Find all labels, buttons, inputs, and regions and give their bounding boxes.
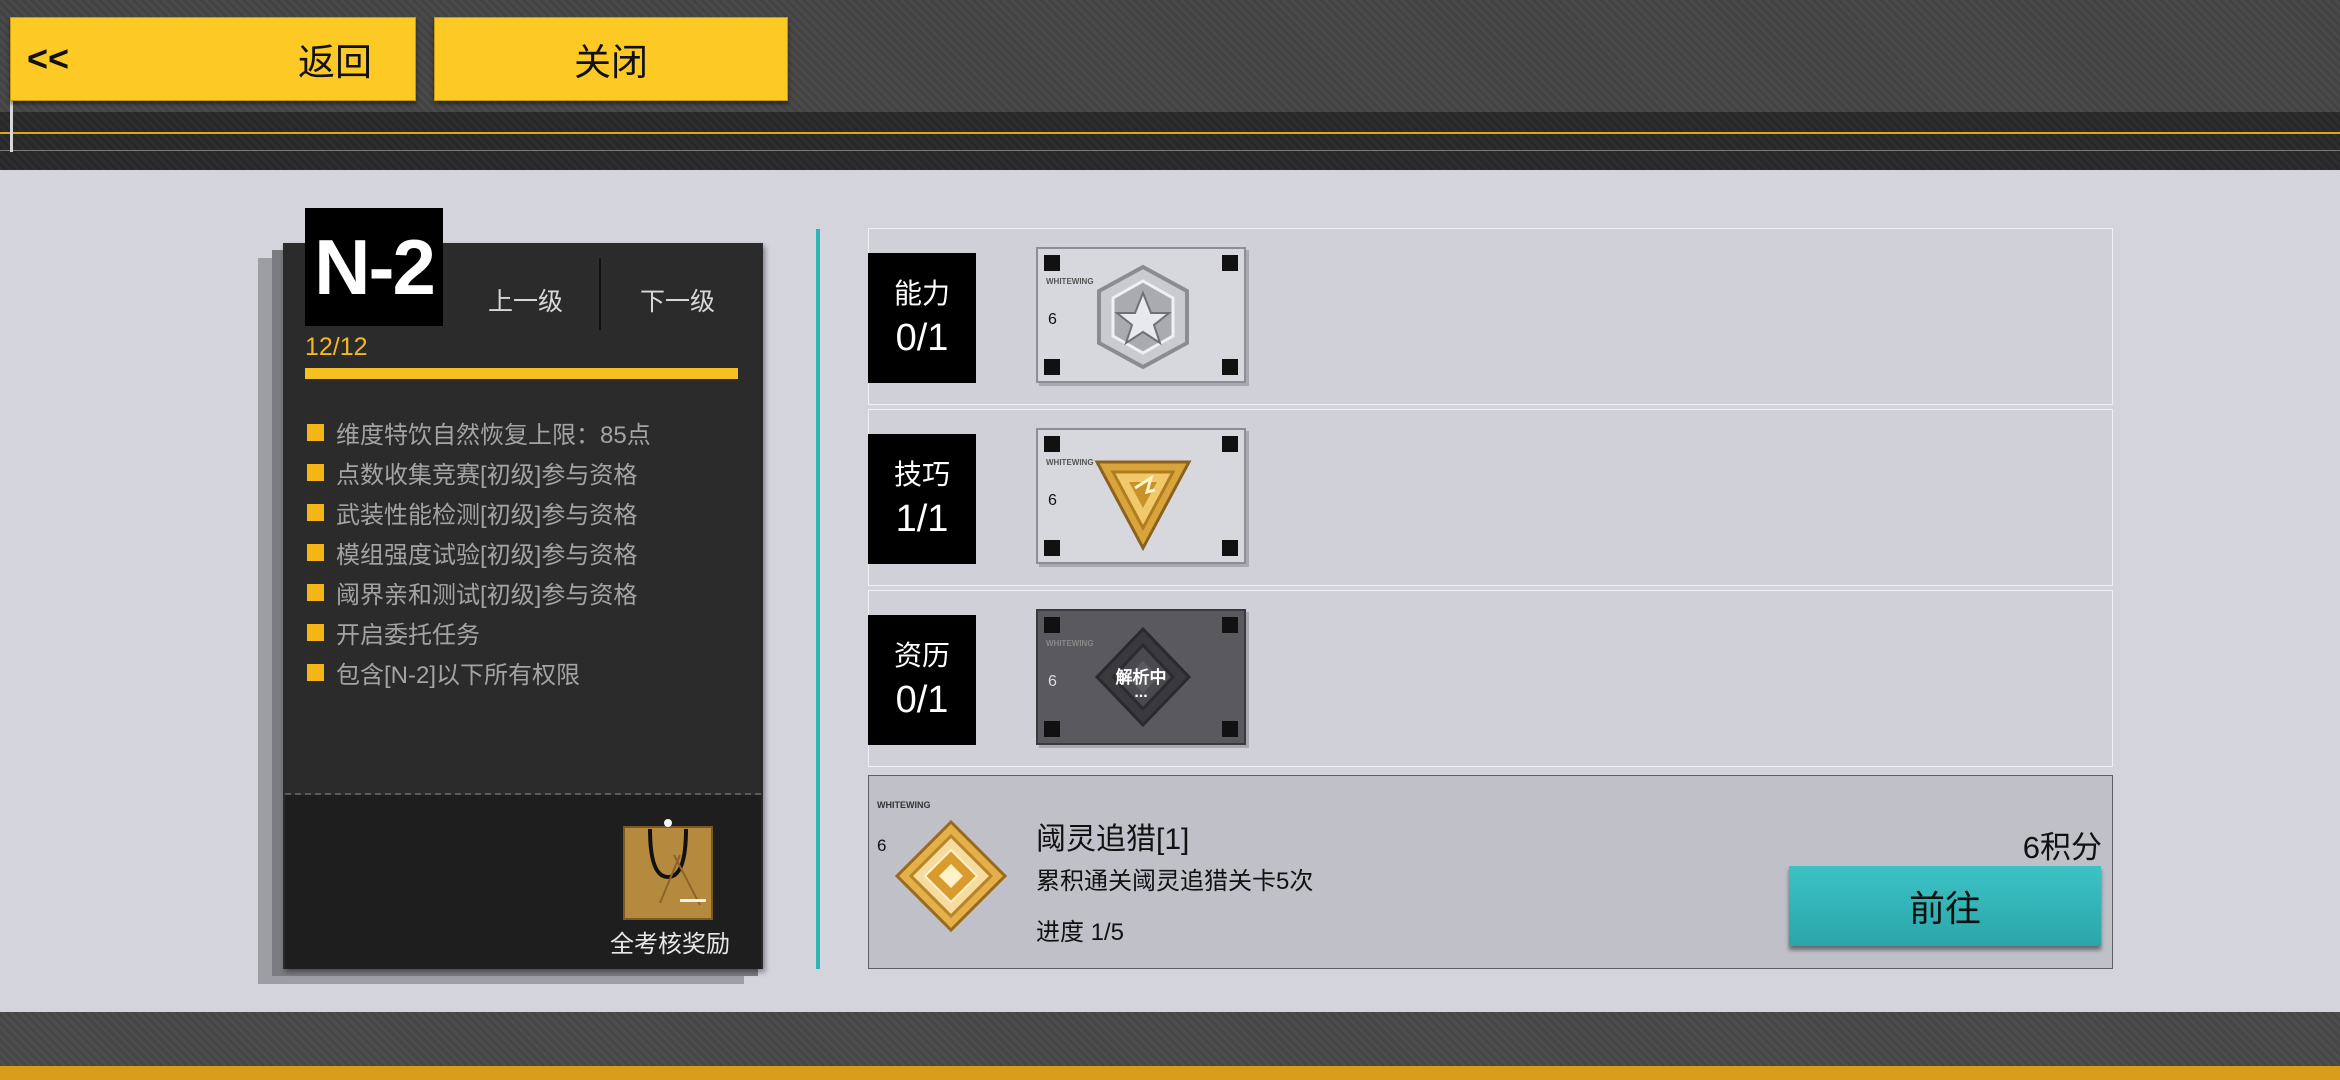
- perk-item: 阈界亲和测试[初级]参与资格: [307, 572, 651, 612]
- category-count: 0/1: [895, 679, 949, 721]
- category-count: 0/1: [895, 317, 949, 359]
- perk-item: 武装性能检测[初级]参与资格: [307, 492, 651, 532]
- analyzing-status: 解析中 ...: [1038, 663, 1244, 701]
- bullet-square-icon: [307, 583, 324, 601]
- medal-brand: WHITEWING: [1046, 458, 1094, 467]
- perk-item: 模组强度试验[初级]参与资格: [307, 532, 651, 572]
- category-name: 资历: [893, 640, 950, 671]
- bullet-square-icon: [307, 663, 324, 681]
- task-brand: WHITEWING: [877, 800, 931, 810]
- next-level-button[interactable]: 下一级: [640, 282, 715, 318]
- back-label: 返回: [298, 42, 372, 83]
- category-name: 技巧: [893, 459, 950, 490]
- perk-text: 武装性能检测[初级]参与资格: [336, 501, 638, 529]
- gold-diamond-emblem-icon: [894, 819, 1008, 933]
- corner-mark: [1044, 540, 1060, 556]
- corner-mark: [1222, 721, 1238, 737]
- back-arrows-icon: <<: [27, 38, 70, 79]
- task-row: WHITEWING 6 阈灵追猎[1] 累积通关阈灵追猎关卡5次 进度 1/5 …: [868, 775, 2113, 969]
- bottom-bar: [0, 1012, 2340, 1080]
- rank-code: N-2: [305, 208, 443, 326]
- bullet-square-icon: [307, 543, 324, 561]
- perk-item: 维度特饮自然恢复上限：85点: [307, 412, 651, 452]
- perk-text: 维度特饮自然恢复上限：85点: [336, 421, 651, 449]
- top-tick: [10, 100, 13, 152]
- perk-item: 点数收集竞赛[初级]参与资格: [307, 452, 651, 492]
- top-stripe-zone: [0, 112, 2340, 170]
- rank-progress-text: 12/12: [305, 333, 368, 361]
- back-button[interactable]: << 返回: [10, 17, 416, 101]
- perk-item: 开启委托任务: [307, 612, 651, 652]
- corner-mark: [1044, 436, 1060, 452]
- medal-card-ability[interactable]: WHITEWING 6: [1036, 247, 1246, 383]
- perk-text: 包含[N-2]以下所有权限: [336, 661, 581, 689]
- gold-triangle-icon: [1094, 460, 1192, 552]
- corner-mark: [1222, 540, 1238, 556]
- close-label: 关闭: [574, 42, 648, 83]
- bullet-square-icon: [307, 503, 324, 521]
- corner-mark: [1222, 255, 1238, 271]
- bottom-gold-strip: [0, 1066, 2340, 1080]
- perk-list: 维度特饮自然恢复上限：85点 点数收集竞赛[初级]参与资格 武装性能检测[初级]参与…: [307, 412, 651, 692]
- close-button[interactable]: 关闭: [434, 17, 788, 101]
- medal-card-seniority[interactable]: WHITEWING 6 解析中 ...: [1036, 609, 1246, 745]
- perk-text: 开启委托任务: [336, 621, 480, 649]
- medal-level: 6: [1048, 492, 1057, 509]
- corner-mark: [1044, 721, 1060, 737]
- task-description: 累积通关阈灵追猎关卡5次: [1036, 868, 1314, 895]
- task-title: 阈灵追猎[1]: [1036, 823, 1190, 856]
- previous-level-button[interactable]: 上一级: [488, 282, 563, 318]
- bullet-square-icon: [307, 423, 324, 441]
- category-ability: 能力 0/1: [868, 253, 976, 383]
- bullet-square-icon: [307, 623, 324, 641]
- medal-level: 6: [1048, 311, 1057, 328]
- corner-mark: [1044, 617, 1060, 633]
- perk-text: 阈界亲和测试[初级]参与资格: [336, 581, 638, 609]
- rank-progress-fill: [305, 368, 738, 379]
- perk-text: 模组强度试验[初级]参与资格: [336, 541, 638, 569]
- category-skill: 技巧 1/1: [868, 434, 976, 564]
- medal-brand: WHITEWING: [1046, 277, 1094, 286]
- all-assessment-reward-label: 全考核奖励: [610, 931, 730, 958]
- analyzing-dots: ...: [1134, 684, 1148, 701]
- perk-text: 点数收集竞赛[初级]参与资格: [336, 461, 638, 489]
- silver-hexagon-star-icon: [1097, 264, 1189, 370]
- corner-mark: [1222, 359, 1238, 375]
- corner-mark: [1044, 255, 1060, 271]
- teal-divider: [816, 229, 820, 969]
- category-count: 1/1: [895, 498, 949, 540]
- task-points: 6积分: [2022, 830, 2102, 865]
- perk-item: 包含[N-2]以下所有权限: [307, 652, 651, 692]
- bullet-square-icon: [307, 463, 324, 481]
- category-name: 能力: [893, 278, 950, 309]
- corner-mark: [1222, 436, 1238, 452]
- category-seniority: 资历 0/1: [868, 615, 976, 745]
- medal-brand: WHITEWING: [1046, 639, 1094, 648]
- medal-card-skill[interactable]: WHITEWING 6: [1036, 428, 1246, 564]
- level-divider: [599, 258, 601, 330]
- go-button[interactable]: 前往: [1789, 866, 2101, 946]
- task-progress: 进度 1/5: [1036, 919, 1125, 946]
- top-grey-line: [0, 150, 2340, 151]
- reward-bag-icon[interactable]: [620, 815, 716, 921]
- top-gold-line-2: [0, 132, 2340, 134]
- corner-mark: [1044, 359, 1060, 375]
- rank-progress-bar: [305, 368, 738, 379]
- corner-mark: [1222, 617, 1238, 633]
- task-level: 6: [877, 836, 887, 855]
